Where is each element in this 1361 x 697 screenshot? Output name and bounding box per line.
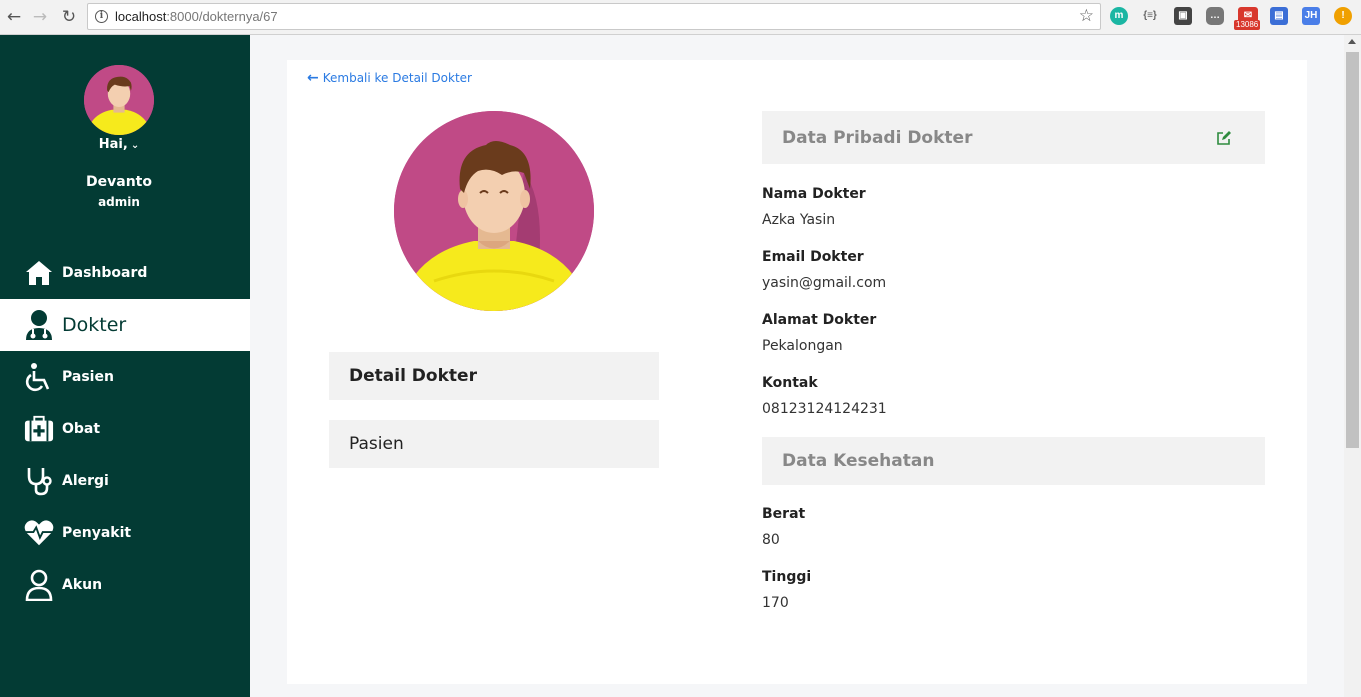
browser-toolbar: ← → ↻ i localhost:8000/dokternya/67 ☆ m … (0, 0, 1361, 35)
sidebar-item-label: Akun (62, 577, 103, 593)
stethoscope-icon (24, 466, 54, 496)
reload-icon[interactable]: ↻ (58, 6, 80, 28)
sidebar-item-label: Alergi (62, 473, 109, 489)
field-value-tinggi: 170 (762, 595, 789, 611)
info-icon[interactable]: i (95, 10, 108, 23)
doctor-photo (394, 111, 594, 311)
sidebar-item-label: Obat (62, 421, 101, 437)
field-label-email: Email Dokter (762, 249, 864, 265)
scrollbar-thumb[interactable] (1346, 52, 1359, 448)
doctor-detail-card: ← Kembali ke Detail Dokter Detail Dokter… (287, 60, 1307, 684)
field-value-kontak: 08123124124231 (762, 401, 887, 417)
back-to-doctor-detail-link[interactable]: ← Kembali ke Detail Dokter (307, 70, 472, 86)
tab-pasien[interactable]: Pasien (329, 420, 659, 468)
sidebar: Hai, ⌄ Devanto admin Dashboard Dokter Pas… (0, 35, 250, 697)
sidebar-item-alergi[interactable]: Alergi (0, 455, 250, 507)
sidebar-menu: Dashboard Dokter Pasien Obat Alergi Peny… (0, 247, 250, 611)
section-header-data-kesehatan: Data Kesehatan (762, 437, 1265, 485)
extension-chat-icon[interactable]: … (1206, 7, 1224, 25)
field-label-kontak: Kontak (762, 375, 818, 391)
chevron-down-icon: ⌄ (130, 140, 140, 151)
extension-json-icon[interactable]: {≡} (1141, 7, 1159, 25)
heartbeat-icon (24, 518, 54, 548)
extension-warning-icon[interactable]: ! (1334, 7, 1352, 25)
user-icon (24, 569, 54, 601)
extension-m-icon[interactable]: m (1110, 7, 1128, 25)
doctor-icon (24, 310, 54, 340)
sidebar-item-penyakit[interactable]: Penyakit (0, 507, 250, 559)
extension-camera-icon[interactable]: ▣ (1174, 7, 1192, 25)
address-bar[interactable]: i localhost:8000/dokternya/67 ☆ (87, 3, 1101, 30)
scroll-up-arrow-icon[interactable] (1348, 39, 1356, 44)
mail-count-badge: 13086 (1234, 20, 1261, 30)
home-icon (24, 258, 54, 288)
sidebar-item-pasien[interactable]: Pasien (0, 351, 250, 403)
field-value-nama: Azka Yasin (762, 212, 836, 228)
sidebar-item-dashboard[interactable]: Dashboard (0, 247, 250, 299)
field-label-tinggi: Tinggi (762, 569, 812, 585)
field-label-alamat: Alamat Dokter (762, 312, 877, 328)
field-value-email: yasin@gmail.com (762, 275, 887, 291)
arrow-left-icon: ← (307, 70, 319, 86)
sidebar-item-obat[interactable]: Obat (0, 403, 250, 455)
edit-icon[interactable] (1216, 130, 1232, 146)
field-value-alamat: Pekalongan (762, 338, 843, 354)
avatar-illustration-icon (84, 65, 154, 135)
tab-detail-dokter[interactable]: Detail Dokter (329, 352, 659, 400)
extension-jh-icon[interactable]: JH (1302, 7, 1320, 25)
sidebar-item-akun[interactable]: Akun (0, 559, 250, 611)
user-role: admin (98, 195, 140, 209)
sidebar-item-label: Pasien (62, 369, 114, 385)
avatar-illustration-icon (394, 111, 594, 311)
bookmark-star-icon[interactable]: ☆ (1079, 7, 1094, 25)
sidebar-item-label: Penyakit (62, 525, 132, 541)
sidebar-item-label: Dashboard (62, 265, 148, 281)
greeting-dropdown[interactable]: Hai, ⌄ (0, 137, 238, 152)
field-label-berat: Berat (762, 506, 806, 522)
field-label-nama: Nama Dokter (762, 186, 866, 202)
back-arrow-icon[interactable]: ← (3, 6, 25, 28)
wheelchair-icon (24, 362, 54, 392)
sidebar-item-label: Dokter (62, 314, 127, 336)
extension-window-icon[interactable]: ▤ (1270, 7, 1288, 25)
field-value-berat: 80 (762, 532, 780, 548)
forward-arrow-icon[interactable]: → (29, 6, 51, 28)
page-scrollbar[interactable] (1344, 35, 1361, 697)
url-text[interactable]: localhost:8000/dokternya/67 (115, 9, 278, 24)
medkit-icon (24, 414, 54, 444)
section-header-data-pribadi: Data Pribadi Dokter (762, 111, 1265, 164)
user-name: Devanto (86, 174, 152, 190)
avatar[interactable] (84, 65, 154, 135)
sidebar-item-dokter[interactable]: Dokter (0, 299, 250, 351)
